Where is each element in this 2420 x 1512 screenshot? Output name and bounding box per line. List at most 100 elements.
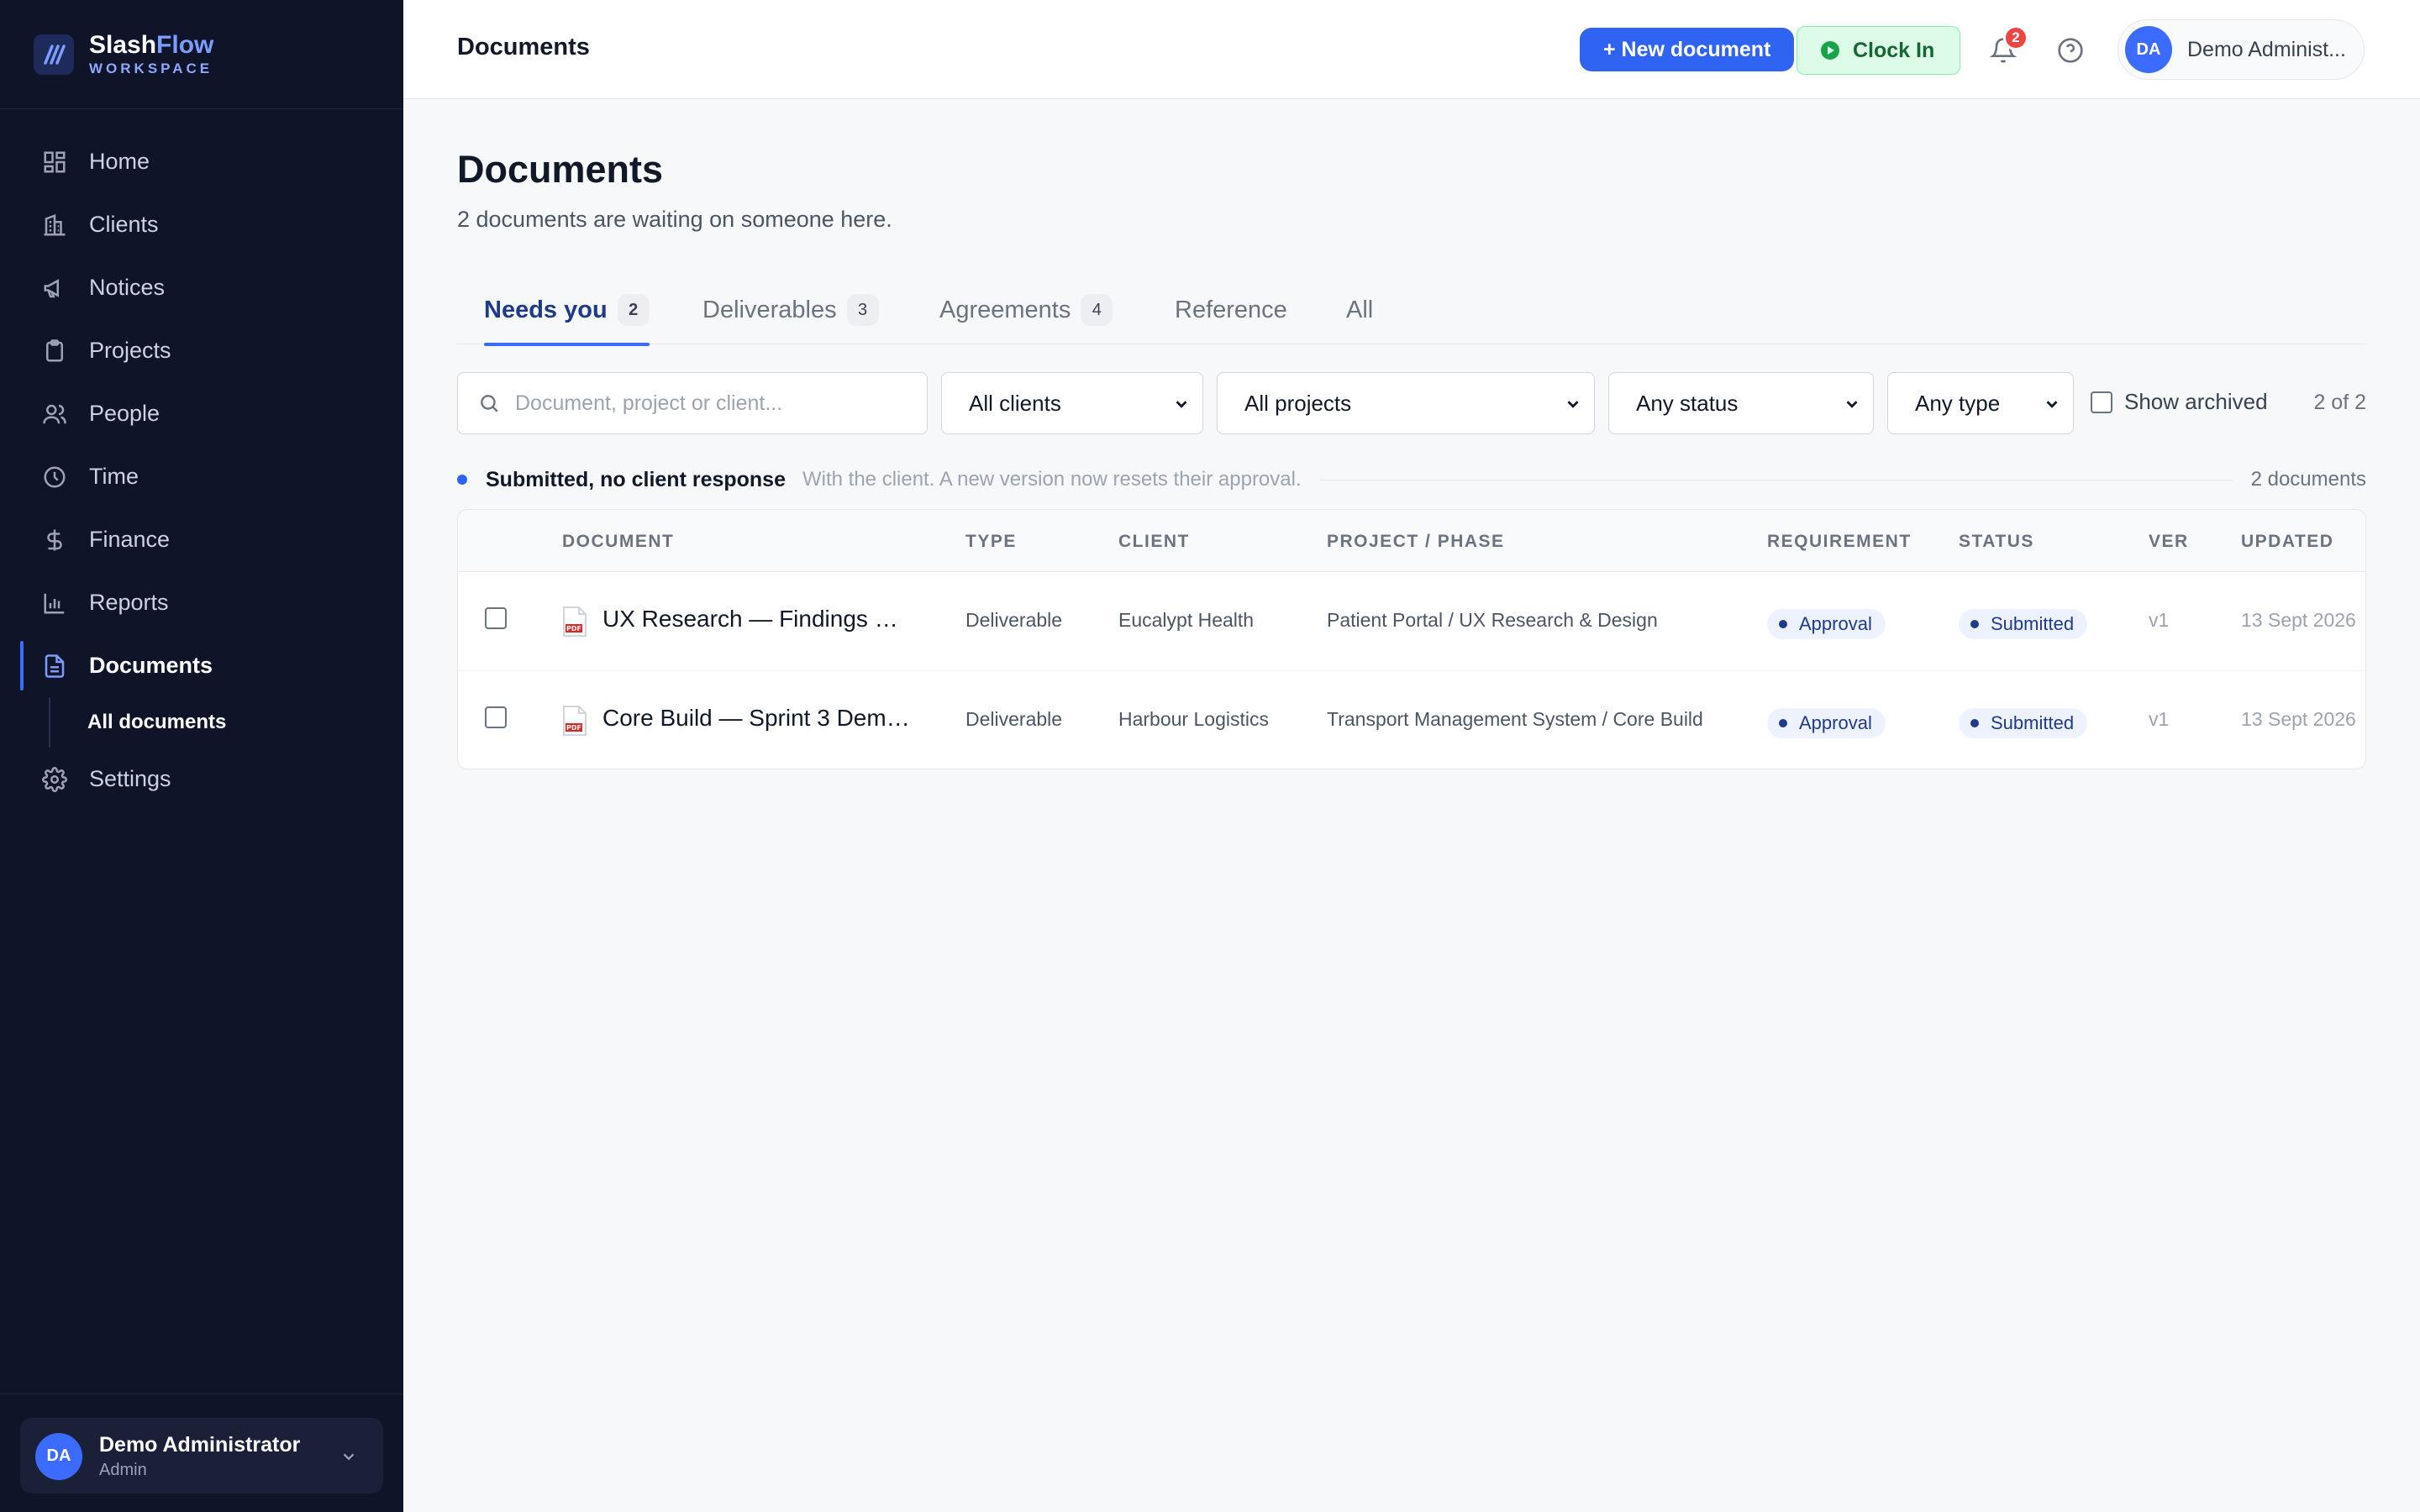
- sidebar-item-label: Finance: [89, 527, 171, 552]
- avatar: DA: [35, 1432, 82, 1480]
- sidebar-item-label: Clients: [89, 212, 159, 237]
- projects-select[interactable]: All projects: [1217, 372, 1595, 434]
- chevron-down-icon: [1567, 401, 1579, 408]
- result-count: 2 of 2: [2313, 391, 2366, 414]
- sidebar-user-menu[interactable]: DA Demo Administrator Admin: [20, 1418, 383, 1494]
- sidebar-item-people[interactable]: People: [20, 382, 383, 445]
- filter-bar: All clients All projects Any status Any …: [457, 372, 2366, 434]
- row-checkbox[interactable]: [485, 706, 507, 728]
- tab-label: Deliverables: [702, 296, 837, 323]
- cell-client: Eucalypt Health: [1118, 609, 1255, 631]
- sidebar-item-documents[interactable]: Documents: [20, 634, 383, 697]
- play-icon: [1821, 41, 1839, 60]
- clock-icon: [44, 466, 66, 487]
- status-badge: Submitted: [1959, 609, 2088, 639]
- search-icon: [481, 395, 498, 412]
- tab-label: Reference: [1175, 296, 1287, 323]
- sidebar-item-label: People: [89, 401, 160, 426]
- sidebar-item-label: Documents: [89, 653, 213, 678]
- cell-version: v1: [2149, 708, 2170, 730]
- megaphone-icon: [44, 278, 59, 297]
- help-icon[interactable]: [2057, 37, 2084, 64]
- column-header-status[interactable]: STATUS: [1959, 532, 2034, 552]
- tab-count: 4: [1081, 294, 1113, 326]
- sidebar-item-label: Home: [89, 149, 150, 174]
- clipboard-icon: [46, 339, 63, 361]
- cell-type: Deliverable: [965, 609, 1063, 631]
- profile-menu[interactable]: DA Demo Administ...: [2118, 19, 2365, 80]
- tab-count: 3: [846, 294, 879, 326]
- clients-select[interactable]: All clients: [941, 372, 1203, 434]
- column-header-requirement[interactable]: REQUIREMENT: [1767, 532, 1912, 552]
- group-description: With the client. A new version now reset…: [802, 468, 1302, 491]
- tab-all[interactable]: All: [1346, 276, 1373, 344]
- table-row[interactable]: PDF UX Research — Findings & ... Deliver…: [458, 572, 2365, 671]
- requirement-badge: Approval: [1767, 708, 1886, 738]
- show-archived-checkbox[interactable]: [2091, 391, 2112, 413]
- notification-badge: 2: [2003, 25, 2028, 50]
- clock-in-button[interactable]: Clock In: [1797, 26, 1961, 75]
- sidebar-item-settings[interactable]: Settings: [20, 748, 383, 811]
- chevron-down-icon: [1846, 401, 1858, 408]
- sidebar-item-projects[interactable]: Projects: [20, 319, 383, 382]
- tab-label: Needs you: [484, 296, 608, 323]
- sidebar-item-label: Reports: [89, 590, 169, 615]
- select-value: All clients: [969, 390, 1061, 416]
- column-header-ver[interactable]: VER: [2149, 532, 2189, 552]
- sidebar-item-label: Notices: [89, 275, 166, 300]
- slashflow-logo-icon: [34, 34, 74, 75]
- pdf-file-icon: PDF: [563, 606, 587, 637]
- status-select[interactable]: Any status: [1608, 372, 1874, 434]
- tab-count: 2: [617, 294, 650, 326]
- document-name-link[interactable]: Core Build — Sprint 3 Demo...: [602, 705, 913, 732]
- building-icon: [44, 213, 66, 235]
- sidebar-item-notices[interactable]: Notices: [20, 256, 383, 319]
- search-box: [457, 372, 928, 434]
- status-badge: Submitted: [1959, 708, 2088, 738]
- sidebar-item-label: Projects: [89, 338, 171, 363]
- main-content: Documents 2 documents are waiting on som…: [403, 99, 2420, 1512]
- page-title: Documents: [457, 148, 664, 191]
- select-value: All projects: [1244, 390, 1352, 416]
- tab-reference[interactable]: Reference: [1175, 276, 1287, 344]
- search-input[interactable]: [515, 391, 918, 416]
- document-tabs: Needs you 2 Deliverables 3 Agreements 4 …: [457, 276, 2366, 346]
- column-header-updated[interactable]: UPDATED: [2241, 532, 2333, 552]
- group-header: Submitted, no client response With the c…: [457, 459, 2366, 501]
- documents-table: DOCUMENT TYPE CLIENT PROJECT / PHASE REQ…: [457, 509, 2366, 769]
- sidebar-item-clients[interactable]: Clients: [20, 193, 383, 256]
- row-checkbox[interactable]: [485, 607, 507, 629]
- brand[interactable]: SlashFlow WORKSPACE: [0, 0, 403, 109]
- topbar: Documents + New document Clock In 2 DA D…: [403, 0, 2420, 99]
- table-row[interactable]: PDF Core Build — Sprint 3 Demo... Delive…: [458, 671, 2365, 769]
- cell-version: v1: [2149, 609, 2170, 631]
- sidebar-nav: Home Clients Notices Projects People Tim…: [20, 130, 383, 811]
- sidebar-item-home[interactable]: Home: [20, 130, 383, 193]
- document-name-link[interactable]: UX Research — Findings & ...: [602, 606, 913, 633]
- sidebar-item-reports[interactable]: Reports: [20, 571, 383, 634]
- new-document-button[interactable]: + New document: [1580, 28, 1795, 71]
- column-header-type[interactable]: TYPE: [965, 532, 1017, 552]
- sidebar-item-finance[interactable]: Finance: [20, 508, 383, 571]
- tab-needs-you[interactable]: Needs you 2: [484, 276, 650, 346]
- tab-label: All: [1346, 296, 1374, 323]
- select-value: Any status: [1636, 390, 1739, 416]
- clock-in-label: Clock In: [1853, 38, 1935, 62]
- show-archived-toggle[interactable]: Show archived: [2091, 389, 2268, 415]
- tab-agreements[interactable]: Agreements 4: [939, 276, 1113, 344]
- type-select[interactable]: Any type: [1887, 372, 2074, 434]
- cell-updated: 13 Sept 2026: [2241, 708, 2356, 730]
- cell-client: Harbour Logistics: [1118, 708, 1269, 730]
- column-header-client[interactable]: CLIENT: [1118, 532, 1190, 552]
- user-name: Demo Administrator: [99, 1432, 301, 1457]
- sidebar-item-time[interactable]: Time: [20, 445, 383, 508]
- chevron-down-icon: [2046, 401, 2058, 408]
- table-header: DOCUMENT TYPE CLIENT PROJECT / PHASE REQ…: [458, 510, 2365, 572]
- column-header-project[interactable]: PROJECT / PHASE: [1327, 532, 1505, 552]
- requirement-badge: Approval: [1767, 609, 1886, 639]
- cell-updated: 13 Sept 2026: [2241, 609, 2356, 631]
- column-header-document[interactable]: DOCUMENT: [562, 532, 674, 552]
- chevron-down-icon: [1176, 401, 1187, 408]
- tab-deliverables[interactable]: Deliverables 3: [702, 276, 879, 344]
- sidebar-subitem-all-documents[interactable]: All documents: [49, 697, 383, 748]
